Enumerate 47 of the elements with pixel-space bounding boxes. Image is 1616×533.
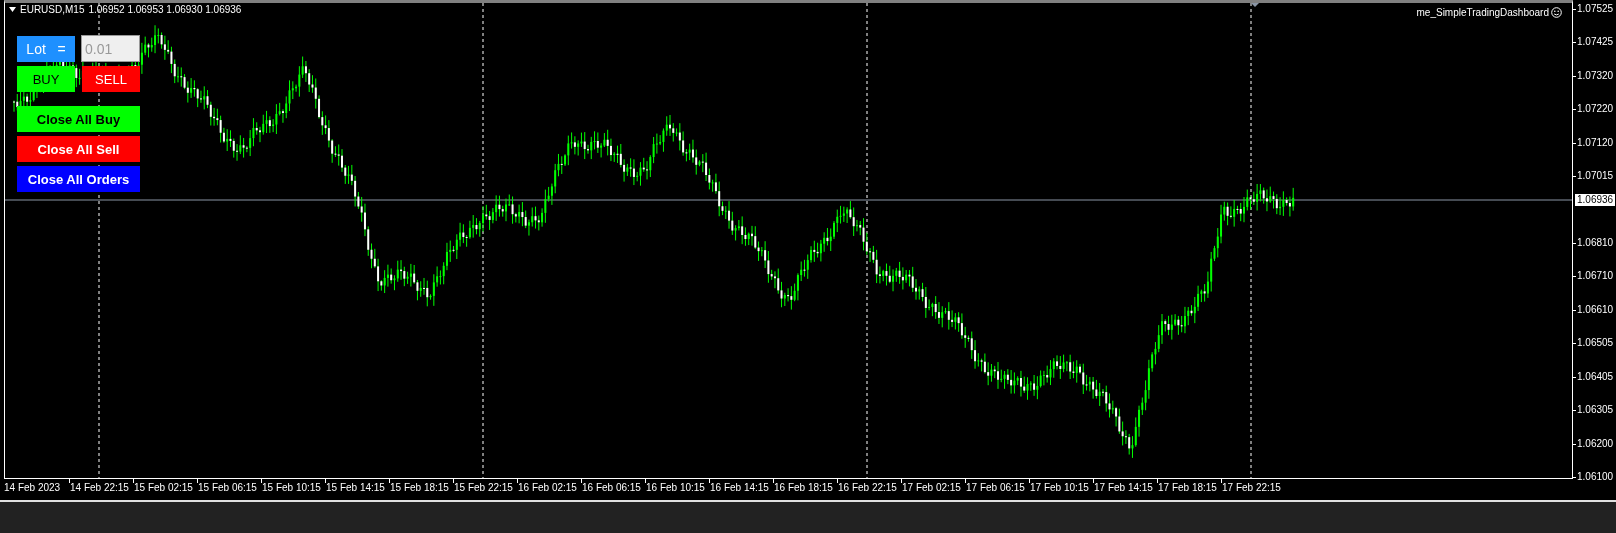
chart-symbol: EURUSD,M15 xyxy=(20,4,85,15)
time-label: 17 Feb 10:15 xyxy=(1030,482,1089,493)
time-label: 14 Feb 22:15 xyxy=(70,482,129,493)
time-label: 17 Feb 02:15 xyxy=(902,482,961,493)
time-label: 17 Feb 22:15 xyxy=(1222,482,1281,493)
trade-button[interactable]: SELL xyxy=(82,66,140,92)
time-label: 17 Feb 14:15 xyxy=(1094,482,1153,493)
lot-label: Lot = xyxy=(17,36,75,62)
time-label: 17 Feb 06:15 xyxy=(966,482,1025,493)
trade-button[interactable]: Close All Buy xyxy=(17,106,140,132)
price-label: 1.07525 xyxy=(1577,3,1614,15)
time-label: 16 Feb 18:15 xyxy=(774,482,833,493)
time-label: 16 Feb 02:15 xyxy=(518,482,577,493)
time-label: 15 Feb 02:15 xyxy=(134,482,193,493)
shift-marker-icon xyxy=(1251,3,1259,7)
price-label: 1.07120 xyxy=(1577,136,1614,149)
trade-button[interactable]: BUY xyxy=(17,66,75,92)
time-label: 14 Feb 2023 xyxy=(4,482,61,493)
time-label: 16 Feb 06:15 xyxy=(582,482,641,493)
time-label: 16 Feb 10:15 xyxy=(646,482,705,493)
time-label: 15 Feb 18:15 xyxy=(390,482,449,493)
price-label: 1.07220 xyxy=(1577,103,1614,116)
price-label: 1.06305 xyxy=(1577,404,1614,417)
time-label: 15 Feb 06:15 xyxy=(198,482,257,493)
time-label: 15 Feb 22:15 xyxy=(454,482,513,493)
time-label: 15 Feb 10:15 xyxy=(262,482,321,493)
indicator-name: me_SimpleTradingDashboard xyxy=(1416,7,1549,18)
price-label: 1.07320 xyxy=(1577,69,1614,82)
time-label: 16 Feb 14:15 xyxy=(710,482,769,493)
trade-button[interactable]: Close All Sell xyxy=(17,136,140,162)
price-label: 1.06100 xyxy=(1577,471,1614,483)
chart-quotes: 1.06952 1.06953 1.06930 1.06936 xyxy=(88,4,242,15)
price-label: 1.07425 xyxy=(1577,36,1614,49)
time-label: 15 Feb 14:15 xyxy=(326,482,385,493)
price-label: 1.06610 xyxy=(1577,303,1614,316)
bid-price-label: 1.06936 xyxy=(1575,194,1616,206)
price-label: 1.06200 xyxy=(1577,437,1614,450)
price-label: 1.07015 xyxy=(1577,170,1614,183)
price-label: 1.06405 xyxy=(1577,370,1614,383)
price-label: 1.06710 xyxy=(1577,270,1614,283)
price-label: 1.06505 xyxy=(1577,337,1614,350)
trade-button[interactable]: Close All Orders xyxy=(17,166,140,192)
time-label: 17 Feb 18:15 xyxy=(1158,482,1217,493)
time-label: 16 Feb 22:15 xyxy=(838,482,897,493)
smiley-icon xyxy=(1551,7,1562,18)
price-label: 1.06810 xyxy=(1577,237,1614,249)
dropdown-icon[interactable] xyxy=(9,7,16,12)
